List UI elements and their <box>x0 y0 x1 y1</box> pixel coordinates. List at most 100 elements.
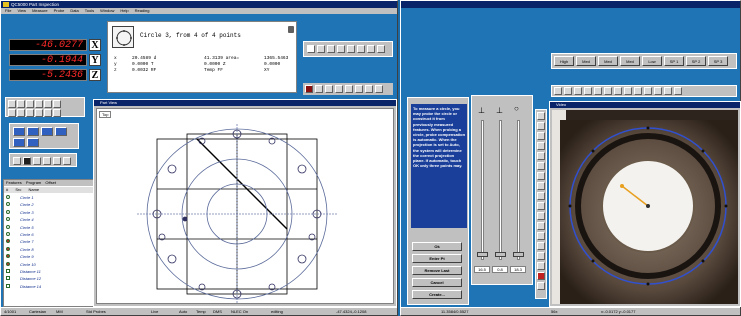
video-feed[interactable] <box>552 110 738 304</box>
video-tool-12[interactable] <box>664 87 672 95</box>
video-titlebar[interactable]: Video <box>550 102 740 108</box>
menu-tools[interactable]: Tools <box>85 8 94 13</box>
light-preset-button[interactable]: High <box>554 56 574 66</box>
stop-button[interactable] <box>307 45 315 53</box>
tab-features[interactable]: Features <box>6 180 22 185</box>
plane-tool[interactable] <box>26 109 34 117</box>
feature-list-item[interactable]: Circle 5 <box>4 224 94 231</box>
video-tool-7[interactable] <box>614 87 622 95</box>
feature-list-item[interactable]: Circle 6 <box>4 232 94 238</box>
light-preset-button[interactable]: Med <box>576 56 596 66</box>
edge-tool-18[interactable] <box>537 282 545 290</box>
run-tool-5[interactable] <box>53 157 61 165</box>
view-tool-3[interactable] <box>325 85 333 93</box>
menu-probe[interactable]: Probe <box>54 8 65 13</box>
slider-2-track[interactable] <box>499 120 502 260</box>
feature-list-item[interactable]: Circle 3 <box>4 209 94 216</box>
dro-x-axis-button[interactable]: X <box>89 39 101 51</box>
video-tool-8[interactable] <box>624 87 632 95</box>
tool-7-button[interactable] <box>367 45 375 53</box>
edge-tool-13[interactable] <box>537 232 545 240</box>
datum-tool-4[interactable] <box>55 127 67 136</box>
video-tool-1[interactable] <box>554 87 562 95</box>
col-source[interactable]: Src <box>15 187 21 192</box>
video-tool-4[interactable] <box>584 87 592 95</box>
edge-tool-6[interactable] <box>537 162 545 170</box>
light-preset-button[interactable]: SP 2 <box>686 56 706 66</box>
menu-file[interactable]: File <box>5 8 11 13</box>
slot-tool[interactable] <box>53 100 61 108</box>
ok-button[interactable]: Ok <box>412 242 462 251</box>
cylinder-tool[interactable] <box>35 109 43 117</box>
video-tool-13[interactable] <box>674 87 682 95</box>
light-preset-button[interactable]: SP 3 <box>708 56 728 66</box>
run-tool-6[interactable] <box>63 157 71 165</box>
edge-tool-3[interactable] <box>537 132 545 140</box>
edge-tool-1[interactable] <box>537 112 545 120</box>
feature-list-item[interactable]: Distance 14 <box>4 283 94 290</box>
feature-list-item[interactable]: Circle 4 <box>4 217 94 223</box>
run-tool-3[interactable] <box>33 157 41 165</box>
edge-tool-8[interactable] <box>537 182 545 190</box>
edge-tool-11[interactable] <box>537 212 545 220</box>
point-tool[interactable] <box>8 100 16 108</box>
feature-list-item[interactable]: Circle 2 <box>4 202 94 208</box>
edge-tool-10[interactable] <box>537 202 545 210</box>
view-tool-1[interactable] <box>305 85 313 93</box>
edge-tool-15[interactable] <box>537 252 545 260</box>
part-view-titlebar[interactable]: Part View <box>94 100 396 106</box>
right-window-titlebar[interactable] <box>401 1 740 8</box>
record-button[interactable] <box>337 45 345 53</box>
ellipse-tool[interactable] <box>44 100 52 108</box>
angle-tool[interactable] <box>17 109 25 117</box>
left-window-titlebar[interactable]: QC5000 Part Inspection <box>1 1 397 8</box>
menu-window[interactable]: Window <box>100 8 114 13</box>
arc-tool[interactable] <box>26 100 34 108</box>
slider-1-thumb[interactable] <box>477 252 488 257</box>
menu-reading[interactable]: Reading <box>135 8 150 13</box>
edge-tool-4[interactable] <box>537 142 545 150</box>
edge-tool-7[interactable] <box>537 172 545 180</box>
tool-6-button[interactable] <box>357 45 365 53</box>
feature-list-item[interactable]: Circle 9 <box>4 254 94 260</box>
step-button[interactable] <box>327 45 335 53</box>
video-tool-2[interactable] <box>564 87 572 95</box>
slider-2-thumb[interactable] <box>495 252 506 257</box>
slider-1-track[interactable] <box>481 120 484 260</box>
datum-tool-6[interactable] <box>27 138 39 147</box>
run-tool-2[interactable] <box>23 157 31 165</box>
lock-icon[interactable] <box>288 26 294 33</box>
pause-button[interactable] <box>347 45 355 53</box>
light-preset-button[interactable]: Low <box>642 56 662 66</box>
part-view-canvas[interactable]: Top <box>96 108 394 304</box>
col-index[interactable]: # <box>6 187 8 192</box>
datum-tool-2[interactable] <box>27 127 39 136</box>
circle-tool[interactable] <box>35 100 43 108</box>
light-preset-button[interactable]: SP 1 <box>664 56 684 66</box>
menu-view[interactable]: View <box>17 8 26 13</box>
tool-8-button[interactable] <box>377 45 385 53</box>
feature-list-item[interactable]: Circle 10 <box>4 261 94 268</box>
edge-tool-14[interactable] <box>537 242 545 250</box>
edge-tool-17[interactable] <box>537 272 545 280</box>
feature-list-item[interactable]: Circle 7 <box>4 239 94 245</box>
slider-3-thumb[interactable] <box>513 252 524 257</box>
distance-tool[interactable] <box>8 109 16 117</box>
light-preset-button[interactable]: Med <box>620 56 640 66</box>
menu-measure[interactable]: Measure <box>32 8 48 13</box>
enter-point-button[interactable]: Enter Pt <box>412 254 462 263</box>
feature-list-item[interactable]: Distance 12 <box>4 276 94 282</box>
datum-tool-5[interactable] <box>13 138 25 147</box>
video-tool-10[interactable] <box>644 87 652 95</box>
slider-1-value[interactable]: 16.5 <box>474 266 490 273</box>
slider-3-track[interactable] <box>517 120 520 260</box>
edge-tool-12[interactable] <box>537 222 545 230</box>
col-name[interactable]: Name <box>28 187 39 192</box>
run-tool-4[interactable] <box>43 157 51 165</box>
view-tool-5[interactable] <box>345 85 353 93</box>
slider-3-value[interactable]: 18.3 <box>510 266 526 273</box>
cancel-button[interactable]: Cancel <box>412 278 462 287</box>
video-tool-5[interactable] <box>594 87 602 95</box>
tab-offset[interactable]: Offset <box>45 180 56 185</box>
tab-program[interactable]: Program <box>26 180 41 185</box>
